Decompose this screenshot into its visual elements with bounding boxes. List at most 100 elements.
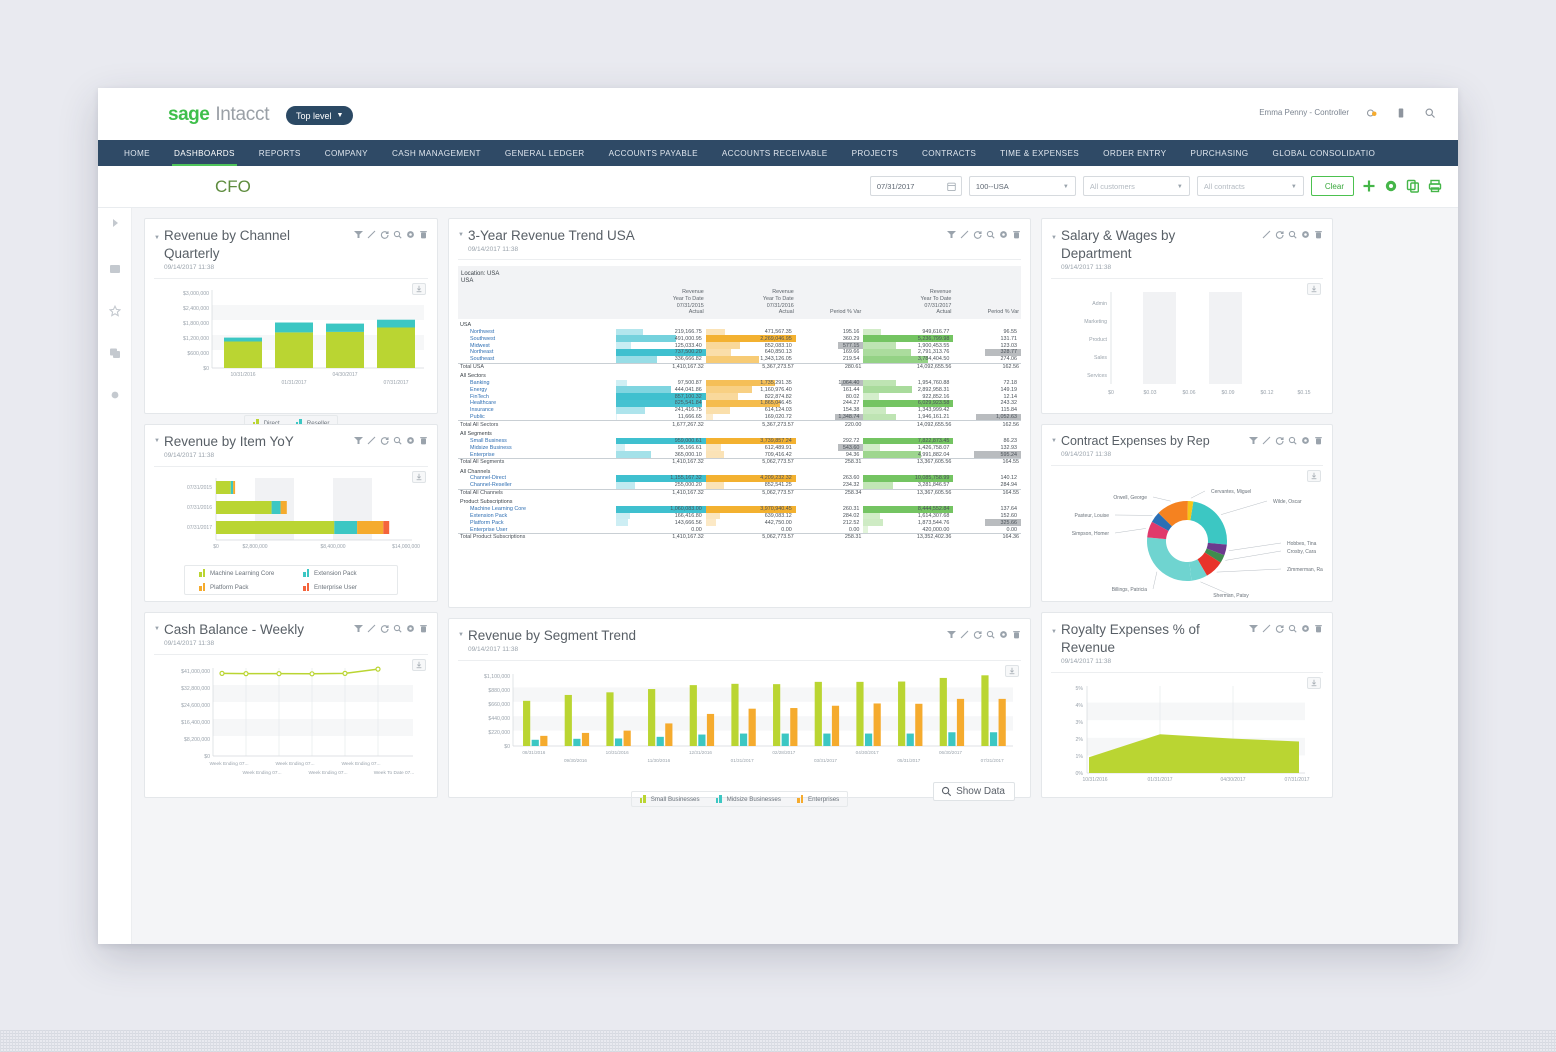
nav-item-general-ledger[interactable]: GENERAL LEDGER — [493, 140, 597, 166]
delete-trash-icon[interactable] — [419, 230, 428, 239]
collapse-caret-icon[interactable]: ▼ — [154, 626, 160, 632]
table-row[interactable]: Enterprise 365,000.10 709,416.42 94.36 4,991… — [458, 451, 1021, 458]
delete-trash-icon[interactable] — [1314, 436, 1323, 445]
table-row[interactable]: Enterprise User 0.00 0.00 0.00 420,000.00 0.0… — [458, 526, 1021, 533]
expand-rail-icon[interactable] — [98, 208, 132, 238]
refresh-icon[interactable] — [380, 230, 389, 239]
refresh-icon[interactable] — [1275, 230, 1284, 239]
show-data-button[interactable]: Show Data — [933, 782, 1015, 802]
refresh-icon[interactable] — [380, 624, 389, 633]
gear-icon[interactable] — [406, 624, 415, 633]
download-chart-icon[interactable] — [1307, 469, 1321, 482]
refresh-icon[interactable] — [1275, 436, 1284, 445]
delete-trash-icon[interactable] — [1314, 230, 1323, 239]
legend-item[interactable]: Enterprises — [796, 795, 839, 804]
help-icon[interactable] — [1365, 106, 1378, 119]
collapse-caret-icon[interactable]: ▼ — [458, 632, 464, 638]
edit-pencil-icon[interactable] — [367, 230, 376, 239]
search-icon[interactable] — [1423, 106, 1436, 119]
copy-rail-icon[interactable] — [98, 338, 132, 368]
settings-gear-icon[interactable] — [1383, 179, 1398, 194]
table-row[interactable]: Public 11,666.65 169,020.72 1,348.74 1,946,1… — [458, 413, 1021, 421]
delete-trash-icon[interactable] — [1012, 230, 1021, 239]
legend-item[interactable]: Midsize Businesses — [715, 795, 781, 804]
filter-icon[interactable] — [947, 630, 956, 639]
copy-icon[interactable] — [1405, 179, 1420, 194]
table-row[interactable]: Channel-Direct 1,155,167.32 4,209,232.32 26… — [458, 475, 1021, 482]
nav-item-order-entry[interactable]: ORDER ENTRY — [1091, 140, 1178, 166]
nav-item-purchasing[interactable]: PURCHASING — [1178, 140, 1260, 166]
table-row[interactable]: Banking 97,500.87 1,735,291.35 1,064.40 1,95… — [458, 379, 1021, 387]
table-row-label[interactable]: Public — [458, 414, 616, 421]
nav-item-accounts-payable[interactable]: ACCOUNTS PAYABLE — [597, 140, 710, 166]
nav-item-global-consolidations[interactable]: GLOBAL CONSOLIDATIO — [1261, 140, 1388, 166]
search-icon[interactable] — [986, 230, 995, 239]
table-row-label[interactable]: Machine Learning Core — [458, 506, 616, 513]
legend-item[interactable]: Extension Pack — [303, 569, 383, 578]
edit-pencil-icon[interactable] — [960, 630, 969, 639]
refresh-icon[interactable] — [380, 436, 389, 445]
gear-icon[interactable] — [999, 230, 1008, 239]
table-row[interactable]: Channel-Reseller 255,000.20 852,541.25 234.… — [458, 481, 1021, 489]
customers-filter-select[interactable]: All customers ▼ — [1082, 176, 1190, 196]
table-row[interactable]: Healthcare 825,541.84 1,865,046.45 244.27 6,… — [458, 400, 1021, 407]
contracts-filter-select[interactable]: All contracts ▼ — [1196, 176, 1304, 196]
table-row-label[interactable]: Energy — [458, 386, 616, 393]
gear-icon[interactable] — [1301, 230, 1310, 239]
table-row[interactable]: FinTech 857,100.32 822,874.82 80.02 922,852.… — [458, 393, 1021, 401]
legend-item[interactable]: Small Businesses — [639, 795, 700, 804]
table-row[interactable]: Platform Pack 143,666.56 442,750.00 212.52 1… — [458, 519, 1021, 527]
table-row-label[interactable]: Enterprise User — [458, 526, 616, 533]
notes-icon[interactable] — [1394, 106, 1407, 119]
table-row-label[interactable]: Southwest — [458, 335, 616, 342]
table-row[interactable]: Midwest 125,033.40 852,083.10 577.15 1,900,4… — [458, 342, 1021, 349]
delete-trash-icon[interactable] — [419, 624, 428, 633]
refresh-icon[interactable] — [1275, 624, 1284, 633]
table-row[interactable]: Northeast 737,500.20 640,850.13 169.66 2,791… — [458, 348, 1021, 356]
nav-item-company[interactable]: COMPANY — [313, 140, 380, 166]
table-row-label[interactable]: Northeast — [458, 349, 616, 356]
gear-icon[interactable] — [406, 230, 415, 239]
gear-icon[interactable] — [999, 630, 1008, 639]
table-row[interactable]: Energy 444,041.86 1,160,976.40 161.44 2,892,… — [458, 386, 1021, 394]
table-row-label[interactable]: Northwest — [458, 329, 616, 336]
table-row-label[interactable]: Midwest — [458, 342, 616, 349]
filter-icon[interactable] — [1249, 436, 1258, 445]
edit-pencil-icon[interactable] — [1262, 624, 1271, 633]
edit-pencil-icon[interactable] — [1262, 230, 1271, 239]
refresh-icon[interactable] — [973, 230, 982, 239]
date-filter-input[interactable]: 07/31/2017 — [869, 176, 962, 196]
donut-slice[interactable] — [1147, 537, 1192, 581]
search-icon[interactable] — [393, 624, 402, 633]
table-row-label[interactable]: Insurance — [458, 407, 616, 414]
download-chart-icon[interactable] — [1005, 665, 1019, 678]
collapse-caret-icon[interactable]: ▼ — [154, 438, 160, 444]
more-rail-icon[interactable] — [98, 380, 132, 410]
table-row[interactable]: Extension Pack 166,416.80 639,083.12 284.02… — [458, 512, 1021, 520]
top-level-selector[interactable]: Top level ▼ — [286, 106, 354, 125]
download-chart-icon[interactable] — [1307, 283, 1321, 296]
table-row[interactable]: Insurance 241,416.75 614,124.03 154.38 1,343… — [458, 406, 1021, 414]
legend-item[interactable]: Platform Pack — [199, 583, 287, 592]
clear-filters-button[interactable]: Clear — [1310, 176, 1354, 196]
nav-item-cash-management[interactable]: CASH MANAGEMENT — [380, 140, 493, 166]
gear-icon[interactable] — [1301, 624, 1310, 633]
table-row-label[interactable]: Extension Pack — [458, 513, 616, 520]
edit-pencil-icon[interactable] — [960, 230, 969, 239]
table-row[interactable]: Midsize Business 95,166.61 612,489.91 543.6… — [458, 444, 1021, 452]
gear-icon[interactable] — [1301, 436, 1310, 445]
search-icon[interactable] — [393, 436, 402, 445]
download-chart-icon[interactable] — [412, 283, 426, 296]
filter-icon[interactable] — [354, 436, 363, 445]
filter-icon[interactable] — [354, 624, 363, 633]
table-row-label[interactable]: Small Business — [458, 438, 616, 445]
nav-item-accounts-receivable[interactable]: ACCOUNTS RECEIVABLE — [710, 140, 840, 166]
nav-item-home[interactable]: HOME — [112, 140, 162, 166]
table-row-label[interactable]: Midsize Business — [458, 444, 616, 451]
nav-item-projects[interactable]: PROJECTS — [840, 140, 910, 166]
table-row-label[interactable]: FinTech — [458, 393, 616, 400]
dashboards-rail-icon[interactable] — [98, 254, 132, 284]
delete-trash-icon[interactable] — [1012, 630, 1021, 639]
collapse-caret-icon[interactable]: ▼ — [154, 235, 160, 241]
edit-pencil-icon[interactable] — [367, 436, 376, 445]
